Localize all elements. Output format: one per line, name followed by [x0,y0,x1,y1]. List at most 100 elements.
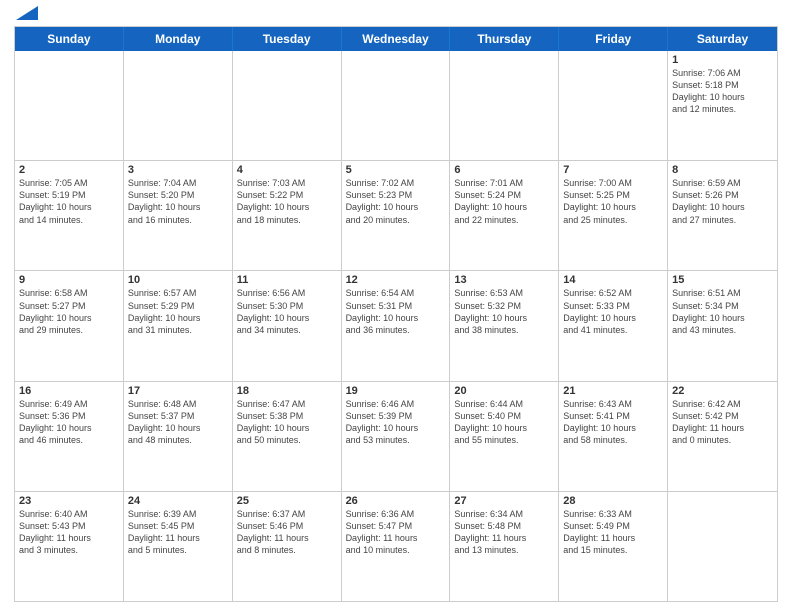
day-cell-17: 17Sunrise: 6:48 AM Sunset: 5:37 PM Dayli… [124,382,233,491]
day-number: 19 [346,385,446,397]
day-detail-text: Sunrise: 6:48 AM Sunset: 5:37 PM Dayligh… [128,398,228,447]
day-number: 21 [563,385,663,397]
calendar: SundayMondayTuesdayWednesdayThursdayFrid… [14,26,778,602]
day-detail-text: Sunrise: 6:42 AM Sunset: 5:42 PM Dayligh… [672,398,773,447]
day-detail-text: Sunrise: 6:34 AM Sunset: 5:48 PM Dayligh… [454,508,554,557]
day-detail-text: Sunrise: 6:57 AM Sunset: 5:29 PM Dayligh… [128,287,228,336]
header-cell-tuesday: Tuesday [233,27,342,51]
day-cell-15: 15Sunrise: 6:51 AM Sunset: 5:34 PM Dayli… [668,271,777,380]
day-cell-empty-0-0 [15,51,124,160]
day-cell-1: 1Sunrise: 7:06 AM Sunset: 5:18 PM Daylig… [668,51,777,160]
day-detail-text: Sunrise: 6:52 AM Sunset: 5:33 PM Dayligh… [563,287,663,336]
day-detail-text: Sunrise: 7:05 AM Sunset: 5:19 PM Dayligh… [19,177,119,226]
day-cell-21: 21Sunrise: 6:43 AM Sunset: 5:41 PM Dayli… [559,382,668,491]
day-number: 11 [237,274,337,286]
logo-arrow-icon [16,6,38,20]
day-detail-text: Sunrise: 6:53 AM Sunset: 5:32 PM Dayligh… [454,287,554,336]
calendar-body: 1Sunrise: 7:06 AM Sunset: 5:18 PM Daylig… [15,51,777,601]
day-detail-text: Sunrise: 6:47 AM Sunset: 5:38 PM Dayligh… [237,398,337,447]
day-cell-5: 5Sunrise: 7:02 AM Sunset: 5:23 PM Daylig… [342,161,451,270]
day-number: 8 [672,164,773,176]
day-cell-empty-0-5 [559,51,668,160]
day-cell-16: 16Sunrise: 6:49 AM Sunset: 5:36 PM Dayli… [15,382,124,491]
day-number: 5 [346,164,446,176]
day-number: 27 [454,495,554,507]
day-detail-text: Sunrise: 7:03 AM Sunset: 5:22 PM Dayligh… [237,177,337,226]
calendar-row-3: 16Sunrise: 6:49 AM Sunset: 5:36 PM Dayli… [15,382,777,492]
day-number: 16 [19,385,119,397]
day-detail-text: Sunrise: 6:33 AM Sunset: 5:49 PM Dayligh… [563,508,663,557]
day-detail-text: Sunrise: 7:00 AM Sunset: 5:25 PM Dayligh… [563,177,663,226]
day-detail-text: Sunrise: 7:04 AM Sunset: 5:20 PM Dayligh… [128,177,228,226]
header-cell-sunday: Sunday [15,27,124,51]
day-number: 12 [346,274,446,286]
day-number: 14 [563,274,663,286]
day-number: 9 [19,274,119,286]
day-number: 17 [128,385,228,397]
day-detail-text: Sunrise: 6:59 AM Sunset: 5:26 PM Dayligh… [672,177,773,226]
day-number: 15 [672,274,773,286]
day-cell-26: 26Sunrise: 6:36 AM Sunset: 5:47 PM Dayli… [342,492,451,601]
day-cell-9: 9Sunrise: 6:58 AM Sunset: 5:27 PM Daylig… [15,271,124,380]
day-number: 25 [237,495,337,507]
day-detail-text: Sunrise: 7:02 AM Sunset: 5:23 PM Dayligh… [346,177,446,226]
day-cell-3: 3Sunrise: 7:04 AM Sunset: 5:20 PM Daylig… [124,161,233,270]
day-number: 1 [672,54,773,66]
day-cell-14: 14Sunrise: 6:52 AM Sunset: 5:33 PM Dayli… [559,271,668,380]
day-detail-text: Sunrise: 6:37 AM Sunset: 5:46 PM Dayligh… [237,508,337,557]
day-cell-28: 28Sunrise: 6:33 AM Sunset: 5:49 PM Dayli… [559,492,668,601]
day-detail-text: Sunrise: 6:49 AM Sunset: 5:36 PM Dayligh… [19,398,119,447]
day-cell-19: 19Sunrise: 6:46 AM Sunset: 5:39 PM Dayli… [342,382,451,491]
day-cell-27: 27Sunrise: 6:34 AM Sunset: 5:48 PM Dayli… [450,492,559,601]
day-number: 4 [237,164,337,176]
day-number: 10 [128,274,228,286]
day-number: 26 [346,495,446,507]
day-cell-11: 11Sunrise: 6:56 AM Sunset: 5:30 PM Dayli… [233,271,342,380]
day-cell-25: 25Sunrise: 6:37 AM Sunset: 5:46 PM Dayli… [233,492,342,601]
day-cell-7: 7Sunrise: 7:00 AM Sunset: 5:25 PM Daylig… [559,161,668,270]
calendar-row-2: 9Sunrise: 6:58 AM Sunset: 5:27 PM Daylig… [15,271,777,381]
header [14,10,778,20]
day-number: 3 [128,164,228,176]
day-detail-text: Sunrise: 6:44 AM Sunset: 5:40 PM Dayligh… [454,398,554,447]
day-cell-4: 4Sunrise: 7:03 AM Sunset: 5:22 PM Daylig… [233,161,342,270]
day-cell-18: 18Sunrise: 6:47 AM Sunset: 5:38 PM Dayli… [233,382,342,491]
day-cell-13: 13Sunrise: 6:53 AM Sunset: 5:32 PM Dayli… [450,271,559,380]
day-cell-23: 23Sunrise: 6:40 AM Sunset: 5:43 PM Dayli… [15,492,124,601]
day-number: 22 [672,385,773,397]
day-cell-22: 22Sunrise: 6:42 AM Sunset: 5:42 PM Dayli… [668,382,777,491]
day-cell-empty-4-6 [668,492,777,601]
header-cell-friday: Friday [559,27,668,51]
day-cell-20: 20Sunrise: 6:44 AM Sunset: 5:40 PM Dayli… [450,382,559,491]
day-detail-text: Sunrise: 6:40 AM Sunset: 5:43 PM Dayligh… [19,508,119,557]
header-cell-thursday: Thursday [450,27,559,51]
day-number: 7 [563,164,663,176]
day-cell-empty-0-3 [342,51,451,160]
day-detail-text: Sunrise: 6:43 AM Sunset: 5:41 PM Dayligh… [563,398,663,447]
day-cell-2: 2Sunrise: 7:05 AM Sunset: 5:19 PM Daylig… [15,161,124,270]
day-cell-6: 6Sunrise: 7:01 AM Sunset: 5:24 PM Daylig… [450,161,559,270]
day-detail-text: Sunrise: 6:51 AM Sunset: 5:34 PM Dayligh… [672,287,773,336]
day-detail-text: Sunrise: 6:54 AM Sunset: 5:31 PM Dayligh… [346,287,446,336]
day-cell-empty-0-2 [233,51,342,160]
day-detail-text: Sunrise: 6:58 AM Sunset: 5:27 PM Dayligh… [19,287,119,336]
day-number: 20 [454,385,554,397]
day-cell-8: 8Sunrise: 6:59 AM Sunset: 5:26 PM Daylig… [668,161,777,270]
day-detail-text: Sunrise: 6:39 AM Sunset: 5:45 PM Dayligh… [128,508,228,557]
day-cell-12: 12Sunrise: 6:54 AM Sunset: 5:31 PM Dayli… [342,271,451,380]
day-number: 18 [237,385,337,397]
day-cell-empty-0-1 [124,51,233,160]
page: SundayMondayTuesdayWednesdayThursdayFrid… [0,0,792,612]
day-detail-text: Sunrise: 6:56 AM Sunset: 5:30 PM Dayligh… [237,287,337,336]
day-cell-empty-0-4 [450,51,559,160]
day-cell-10: 10Sunrise: 6:57 AM Sunset: 5:29 PM Dayli… [124,271,233,380]
day-detail-text: Sunrise: 6:46 AM Sunset: 5:39 PM Dayligh… [346,398,446,447]
calendar-row-0: 1Sunrise: 7:06 AM Sunset: 5:18 PM Daylig… [15,51,777,161]
day-cell-24: 24Sunrise: 6:39 AM Sunset: 5:45 PM Dayli… [124,492,233,601]
calendar-header-row: SundayMondayTuesdayWednesdayThursdayFrid… [15,27,777,51]
logo [14,14,38,20]
day-number: 13 [454,274,554,286]
header-cell-monday: Monday [124,27,233,51]
day-number: 28 [563,495,663,507]
day-number: 2 [19,164,119,176]
